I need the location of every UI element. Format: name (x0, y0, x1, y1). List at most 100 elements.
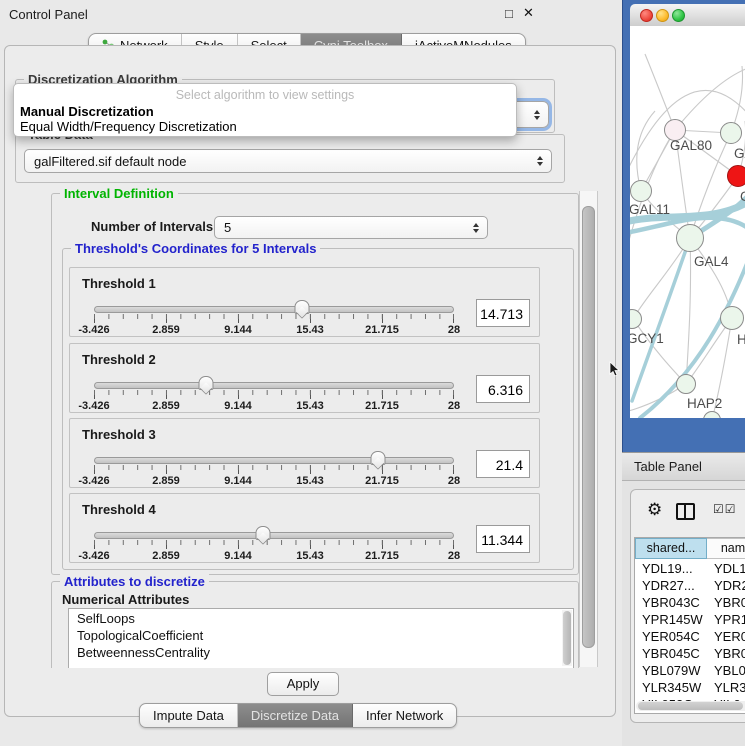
table-row[interactable]: YBL079WYBL0 (635, 663, 745, 680)
node-hap2[interactable] (676, 374, 696, 394)
numerical-attributes-list[interactable]: SelfLoops TopologicalCoefficient Between… (68, 608, 574, 668)
interval-definition-group: Interval Definition Number of Intervals … (51, 193, 579, 575)
tick-label: 28 (448, 475, 460, 487)
table-data-combobox[interactable]: galFiltered.sif default node (24, 149, 552, 173)
slider-thumb[interactable] (371, 451, 386, 473)
gear-icon[interactable]: ⚙ (647, 500, 662, 520)
table-row[interactable]: YDR27...YDR2 (635, 578, 745, 595)
table-header-row: shared... name (635, 538, 745, 559)
threshold-3-value-field[interactable]: 21.4 (476, 450, 530, 478)
threshold-1-slider[interactable]: -3.426 2.859 9.144 15.43 21.715 28 (94, 300, 454, 334)
cell: YBL079W (642, 663, 701, 678)
horizontal-scrollbar[interactable] (636, 701, 745, 711)
cell: YDL19... (642, 561, 693, 576)
column-layout-icon[interactable] (676, 503, 695, 520)
control-panel: Control Panel □ ✕ Network Style Select C… (0, 0, 620, 745)
tick-label: -3.426 (78, 550, 109, 562)
tab-infer-network[interactable]: Infer Network (353, 704, 456, 727)
table-panel-titlebar: Table Panel (622, 453, 745, 481)
cell: YBR043C (642, 595, 700, 610)
node-gal4[interactable] (676, 224, 704, 252)
popup-option-equal-width-frequency[interactable]: Equal Width/Frequency Discretization (20, 119, 237, 134)
table-row[interactable]: YBR043C YBR0 (635, 595, 745, 612)
apply-button[interactable]: Apply (267, 672, 339, 696)
node-label-gal: GAL (734, 146, 745, 161)
network-canvas[interactable]: GAL80 GAL C GAL11 GAL4 GCY1 H HAP2 (630, 26, 745, 418)
threshold-2-slider[interactable]: -3.426 2.859 9.144 15.43 21.715 28 (94, 376, 454, 410)
list-item[interactable]: SelfLoops (77, 611, 135, 626)
control-panel-titlebar: Control Panel □ ✕ (0, 0, 620, 28)
node-h[interactable] (720, 306, 744, 330)
minimize-traffic-light-icon[interactable] (656, 9, 669, 22)
table-panel: Table Panel ⚙ ☑☑ shared... name YDL19...… (622, 452, 745, 746)
slider-thumb[interactable] (294, 300, 309, 322)
list-item[interactable]: TopologicalCoefficient (77, 628, 203, 643)
node-attribute-table[interactable]: shared... name YDL19... YDL1 YDR27...YDR2… (634, 537, 745, 714)
table-row[interactable]: YPR145WYPR1 (635, 612, 745, 629)
tick-label: -3.426 (78, 475, 109, 487)
zoom-traffic-light-icon[interactable] (672, 9, 685, 22)
close-icon[interactable]: ✕ (523, 6, 537, 20)
combo-stepper-icon (534, 110, 540, 120)
network-window-titlebar[interactable] (630, 4, 745, 27)
slider-track[interactable] (94, 532, 454, 539)
slider-thumb[interactable] (256, 526, 271, 548)
float-window-icon[interactable]: □ (505, 7, 519, 21)
tick-label: 9.144 (224, 324, 252, 336)
mouse-cursor (609, 361, 621, 379)
tick-label: -3.426 (78, 324, 109, 336)
threshold-4-value-field[interactable]: 11.344 (476, 525, 530, 553)
group-title: Attributes to discretize (60, 574, 209, 589)
network-view-window: GAL80 GAL C GAL11 GAL4 GCY1 H HAP2 (622, 0, 745, 452)
node-gal11[interactable] (630, 180, 652, 202)
slider-track[interactable] (94, 457, 454, 464)
tick-label: -3.426 (78, 400, 109, 412)
node-label-gal80: GAL80 (670, 138, 712, 153)
list-item[interactable]: BetweennessCentrality (77, 645, 210, 660)
threshold-3-slider[interactable]: -3.426 2.859 9.144 15.43 21.715 28 (94, 451, 454, 485)
tick-label: 15.43 (296, 550, 324, 562)
tick-label: 9.144 (224, 400, 252, 412)
slider-thumb[interactable] (198, 376, 213, 398)
popup-option-manual-discretization[interactable]: Manual Discretization (20, 104, 154, 119)
number-of-intervals-combobox[interactable]: 5 (214, 216, 488, 239)
column-header-name[interactable]: name (707, 538, 745, 559)
tick-label: 2.859 (152, 400, 180, 412)
tick-label: 21.715 (365, 475, 399, 487)
panel-scrollbar[interactable] (579, 191, 598, 667)
cell: YLR345W (642, 680, 701, 695)
tab-discretize-data[interactable]: Discretize Data (238, 704, 353, 727)
network-edges (630, 26, 745, 418)
cell: YBR045C (642, 646, 700, 661)
threshold-2-value-field[interactable]: 6.316 (476, 375, 530, 403)
node-gal[interactable] (720, 122, 742, 144)
tab-impute-data[interactable]: Impute Data (140, 704, 238, 727)
table-row[interactable]: YLR345W YLR3 (635, 680, 745, 697)
group-title: Interval Definition (60, 186, 178, 201)
table-row[interactable]: YBR045CYBR0 (635, 646, 745, 663)
checkbox-filter-icon[interactable]: ☑☑ (713, 502, 737, 516)
threshold-1-value-field[interactable]: 14.713 (476, 299, 530, 327)
node-selected-red[interactable] (727, 165, 745, 187)
tick-label: 28 (448, 324, 460, 336)
slider-track[interactable] (94, 382, 454, 389)
table-panel-body: ⚙ ☑☑ shared... name YDL19... YDL1 YDR27..… (630, 489, 745, 723)
list-scrollbar[interactable] (562, 610, 572, 666)
threshold-label: Threshold 2 (82, 352, 156, 367)
slider-track[interactable] (94, 306, 454, 313)
slider-minor-ticks (94, 465, 454, 470)
tick-label: 15.43 (296, 324, 324, 336)
column-header-shared-name[interactable]: shared... (635, 538, 707, 559)
close-traffic-light-icon[interactable] (640, 9, 653, 22)
table-row[interactable]: YER054CYER0 (635, 629, 745, 646)
threshold-4-slider[interactable]: -3.426 2.859 9.144 15.43 21.715 28 (94, 526, 454, 560)
popup-hint: Select algorithm to view settings (14, 88, 516, 102)
cell: YPR145W (642, 612, 703, 627)
cell: YLR3 (714, 680, 745, 695)
table-row[interactable]: YDL19... YDL1 (635, 561, 745, 578)
cell: YDL1 (714, 561, 745, 576)
cell: YBR0 (714, 595, 745, 610)
scrollbar-thumb[interactable] (582, 206, 595, 648)
threshold-label: Threshold 1 (82, 276, 156, 291)
tab-infer-label: Infer Network (366, 708, 443, 723)
